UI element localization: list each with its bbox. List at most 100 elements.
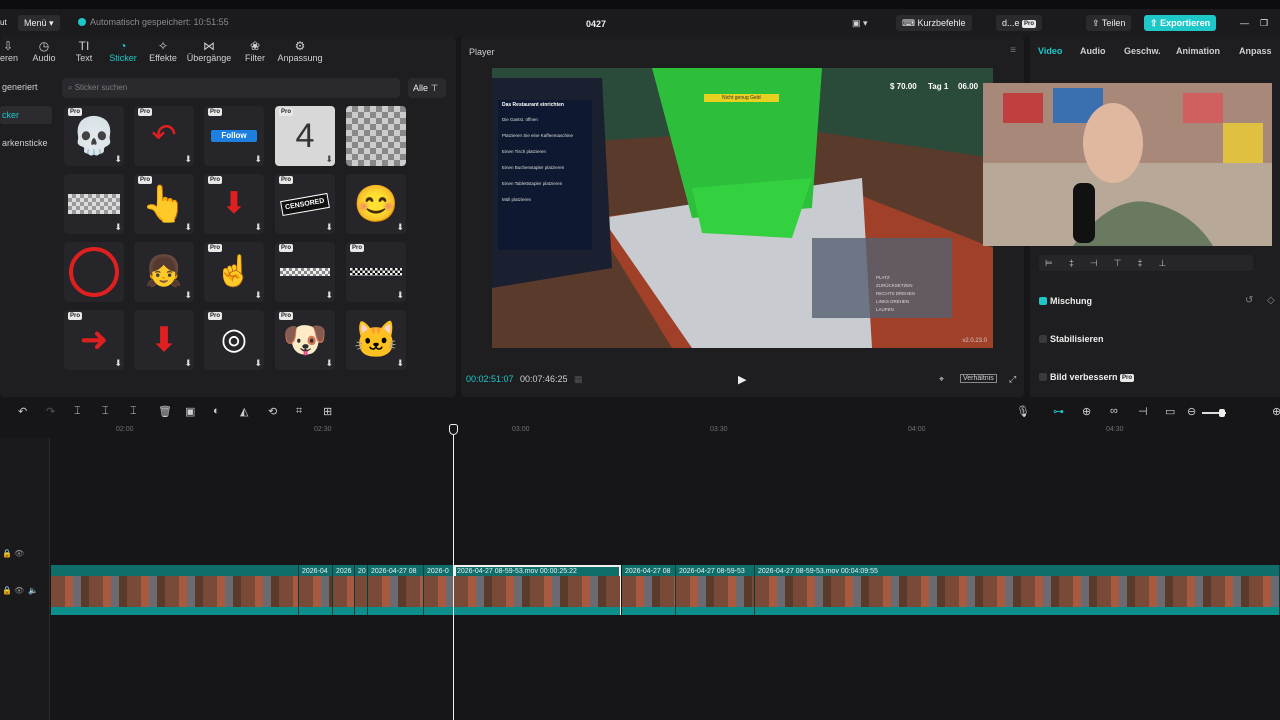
lock-icon[interactable]: 🔒 [2, 586, 12, 595]
zoom-slider-handle[interactable] [1219, 409, 1225, 417]
video-clip-selected[interactable]: 2026-04-27 08-59-53.mov 00:00:25:22 [454, 565, 621, 615]
reset-icon[interactable]: ↺ [1245, 295, 1253, 306]
sticker-finger[interactable]: Pro ☝ ⬇ [204, 242, 264, 302]
tab-transitions[interactable]: ⋈ Übergänge [186, 39, 232, 63]
delete-icon[interactable]: 🗑 [158, 405, 172, 418]
enhance-section[interactable]: Bild verbessern Pro [1039, 372, 1135, 382]
sticker-red-circle[interactable] [64, 242, 124, 302]
reverse-icon[interactable]: ◐ [213, 405, 220, 417]
video-clip[interactable]: 2026-04-27 08 [368, 565, 424, 615]
undo-icon[interactable]: ↶ [18, 405, 27, 418]
video-clip[interactable]: 2026-0 [424, 565, 454, 615]
download-icon[interactable]: ⬇ [184, 358, 192, 369]
sidebar-item-sticker[interactable]: cker [0, 106, 52, 124]
tab-text[interactable]: TI Text [62, 39, 106, 63]
sticker-skull[interactable]: Pro 💀 ⬇ [64, 106, 124, 166]
download-icon[interactable]: ⬇ [184, 222, 192, 233]
playhead-handle[interactable] [449, 424, 458, 435]
timeline-area[interactable]: 🔒 👁 🔒 👁 🔈 2026-04 2026 20 2026-04-27 08 … [0, 438, 1280, 720]
download-icon[interactable]: ⬇ [325, 290, 333, 301]
sidebar-item-generated[interactable]: generiert [0, 78, 52, 96]
split-left-icon[interactable]: ⌶ [102, 405, 109, 418]
tab-speed[interactable]: Geschw. [1124, 46, 1161, 56]
restore-icon[interactable]: ❐ [1254, 15, 1274, 31]
align-toolbar[interactable]: ⊨‡⊣⊤‡⊥ [1039, 255, 1253, 271]
lock-icon[interactable]: 🔒 [2, 549, 12, 558]
sticker-arrow-right[interactable]: Pro ➜ ⬇ [64, 310, 124, 370]
shortcuts-button[interactable]: ⌨ Kurzbefehle [896, 15, 972, 31]
sticker-follow-button[interactable]: Pro Follow ⬇ [204, 106, 264, 166]
audio-mute-icon[interactable]: 🔈 [28, 586, 38, 595]
download-icon[interactable]: ⬇ [254, 290, 262, 301]
video-clip[interactable]: 2026-04-27 08 [622, 565, 676, 615]
split-right-icon[interactable]: ⌶ [130, 405, 137, 418]
video-clip[interactable]: 2026 [333, 565, 355, 615]
sticker-pixel-glasses[interactable]: Pro ⬇ [346, 242, 406, 302]
captions-icon[interactable]: ▭ [1165, 405, 1175, 418]
minimize-icon[interactable]: — [1234, 15, 1255, 31]
download-icon[interactable]: ⬇ [184, 154, 192, 165]
freeze-icon[interactable]: ▣ [185, 405, 195, 418]
video-clip[interactable]: 2026-04-27 08-59-53 [676, 565, 755, 615]
sidebar-item-brand-sticker[interactable]: arkensticke [0, 134, 52, 152]
download-icon[interactable]: ⬇ [325, 222, 333, 233]
sticker-countdown[interactable]: Pro 4 ⬇ [275, 106, 335, 166]
blend-section[interactable]: Mischung [1039, 296, 1092, 306]
timeline-ruler[interactable]: 02:00 02:30 03:00 03:30 04:00 04:30 [50, 424, 1280, 438]
auto-reframe-icon[interactable]: ⊞ [323, 405, 332, 418]
sticker-search-input[interactable]: ⌕ Sticker suchen [62, 78, 400, 98]
download-icon[interactable]: ⬇ [396, 358, 404, 369]
export-button[interactable]: ⇧ Exportieren [1144, 15, 1217, 31]
sticker-arrow-down[interactable]: Pro ⬇ ⬇ [204, 174, 264, 234]
play-icon[interactable]: ▶ [738, 373, 746, 386]
sticker-mosaic[interactable] [346, 106, 406, 166]
enhance-checkbox[interactable] [1039, 373, 1047, 381]
tab-effects[interactable]: ✧ Effekte [141, 39, 185, 63]
blend-checkbox[interactable] [1039, 297, 1047, 305]
download-icon[interactable]: ⬇ [114, 358, 122, 369]
download-icon[interactable]: ⬇ [325, 358, 333, 369]
user-button[interactable]: d...e Pro [996, 15, 1043, 31]
video-clip[interactable]: 2026-04-27 08-59-53.mov 00:04:09:55 [755, 565, 1280, 615]
screenshot-icon[interactable]: ⌖ [939, 374, 944, 385]
tab-sticker[interactable]: ◔ Sticker [101, 39, 145, 63]
sticker-face-emoji[interactable]: 😊 ⬇ [346, 174, 406, 234]
microphone-icon[interactable]: 🎙 [1016, 405, 1030, 418]
tab-adjust-props[interactable]: Anpass [1239, 46, 1272, 56]
video-preview[interactable]: Nicht genug Geld $ 70.00 Tag 1 06.00 Das… [492, 68, 993, 348]
crop-icon[interactable]: ⌗ [296, 405, 302, 418]
sticker-pixel-bar[interactable]: Pro ⬇ [275, 242, 335, 302]
sticker-pixel-blur[interactable]: ⬇ [64, 174, 124, 234]
download-icon[interactable]: ⬇ [254, 222, 262, 233]
stabilize-checkbox[interactable] [1039, 335, 1047, 343]
share-button[interactable]: ⇪ Teilen [1086, 15, 1132, 31]
redo-icon[interactable]: ↷ [46, 405, 55, 418]
eye-icon[interactable]: 👁 [14, 549, 24, 558]
video-clip[interactable]: 2026-04 [299, 565, 333, 615]
layout-icon[interactable]: ▣ ▾ [846, 15, 874, 31]
fullscreen-icon[interactable]: ⤢ [1009, 374, 1016, 385]
menu-button[interactable]: Menü ▾ [18, 15, 60, 31]
download-icon[interactable]: ⬇ [325, 154, 333, 165]
playhead[interactable] [449, 424, 458, 720]
mirror-icon[interactable]: ◭ [240, 405, 248, 418]
filter-dropdown[interactable]: Alle ⊤ [408, 78, 446, 98]
tab-audio[interactable]: ◷ Audio [22, 39, 66, 63]
keyframe-icon[interactable]: ◇ [1267, 295, 1275, 306]
sticker-censored[interactable]: Pro CENSORED ⬇ [275, 174, 335, 234]
sticker-crying-cat[interactable]: 🐱 ⬇ [346, 310, 406, 370]
stabilize-section[interactable]: Stabilisieren [1039, 334, 1104, 344]
sticker-follow-girl[interactable]: 👧 ⬇ [134, 242, 194, 302]
video-clip[interactable]: 20 [355, 565, 368, 615]
ratio-button[interactable]: Verhältnis [960, 374, 997, 383]
download-icon[interactable]: ⬇ [254, 154, 262, 165]
timecode-mode-icon[interactable]: ▦ [574, 374, 583, 385]
zoom-in-icon[interactable]: ⊕ [1272, 405, 1280, 418]
download-icon[interactable]: ⬇ [114, 222, 122, 233]
sticker-curved-arrow[interactable]: Pro ↶ ⬇ [134, 106, 194, 166]
eye-icon[interactable]: 👁 [14, 586, 24, 595]
sticker-pointing-hand[interactable]: Pro 👆 ⬇ [134, 174, 194, 234]
video-clip[interactable] [51, 565, 299, 615]
preview-axis-icon[interactable]: ⊣ [1138, 405, 1148, 418]
download-icon[interactable]: ⬇ [184, 290, 192, 301]
